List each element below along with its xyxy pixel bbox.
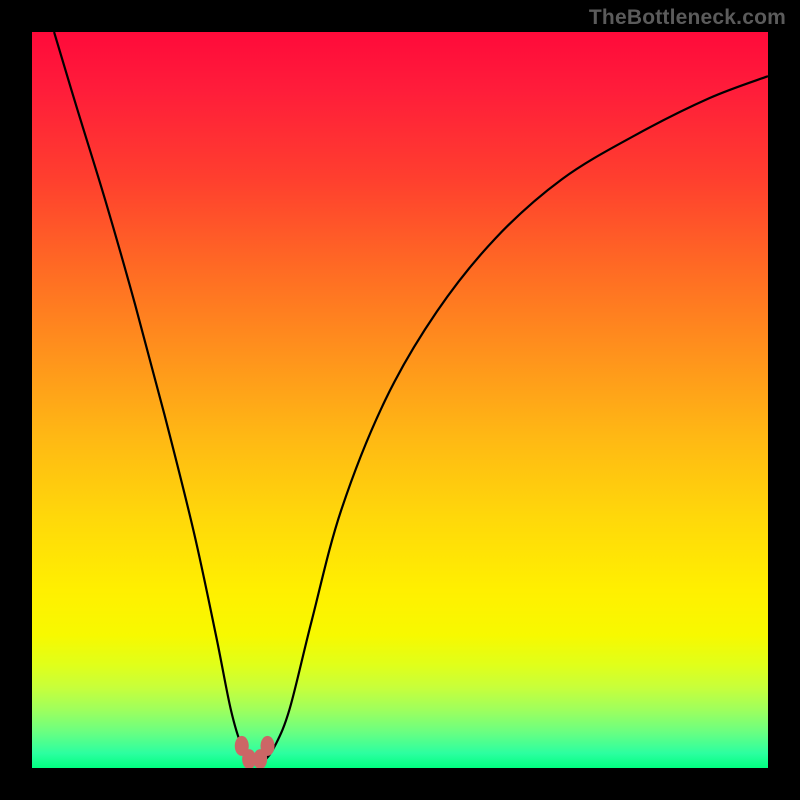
min-marker (261, 736, 275, 756)
chart-frame: TheBottleneck.com (0, 0, 800, 800)
plot-area (32, 32, 768, 768)
min-marker-cluster (235, 736, 275, 768)
watermark-text: TheBottleneck.com (589, 6, 786, 30)
bottleneck-curve (54, 32, 768, 762)
bottleneck-curve-svg (32, 32, 768, 768)
